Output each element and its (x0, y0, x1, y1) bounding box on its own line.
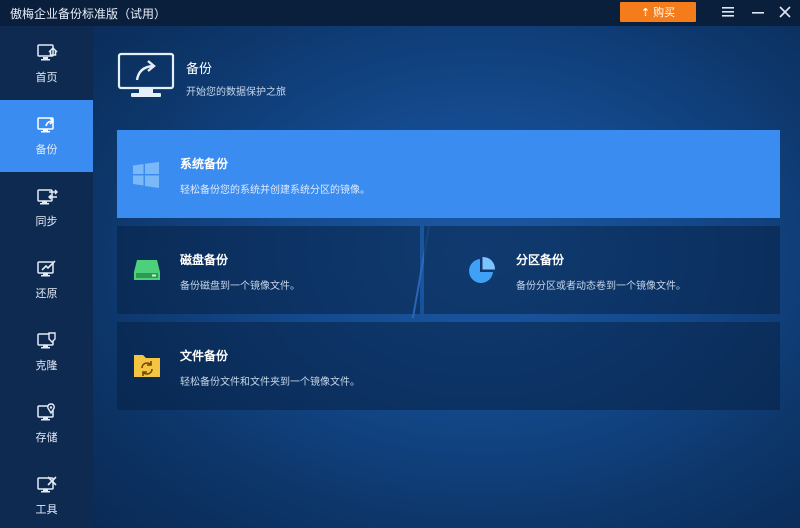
file-backup-card[interactable]: 文件备份 轻松备份文件和文件夹到一个镜像文件。 (117, 322, 780, 410)
sidebar-item-label: 存储 (35, 431, 58, 444)
card-title: 分区备份 (516, 253, 565, 267)
upload-arrow-icon: ⇡ (640, 5, 651, 19)
menu-icon[interactable] (719, 3, 737, 21)
app-title: 傲梅企业备份标准版（试用） (10, 7, 167, 21)
pie-chart-icon (469, 256, 496, 283)
card-title: 系统备份 (180, 157, 229, 171)
disk-backup-card[interactable]: 磁盘备份 备份磁盘到一个镜像文件。 (117, 226, 420, 314)
system-backup-card[interactable]: 系统备份 轻松备份您的系统并创建系统分区的镜像。 (117, 130, 780, 218)
tools-monitor-icon (36, 476, 57, 493)
sidebar-item-clone[interactable]: 克隆 (0, 316, 93, 388)
disk-icon (134, 260, 160, 280)
sidebar: 首页 备份 同步 还原 克隆 存储 工具 (0, 26, 93, 528)
main-panel: 备份 开始您的数据保护之旅 系统备份 轻松备份您的系统并创建系统分区的镜像。 磁… (93, 26, 800, 528)
sidebar-item-label: 克隆 (35, 359, 58, 372)
restore-monitor-icon (36, 260, 56, 277)
sidebar-item-home[interactable]: 首页 (0, 28, 93, 100)
sidebar-item-storage[interactable]: 存储 (0, 388, 93, 460)
buy-button-label: 购买 (653, 6, 676, 19)
sidebar-item-backup[interactable]: 备份 (0, 100, 93, 172)
sidebar-item-label: 工具 (35, 503, 58, 516)
partition-backup-card[interactable]: 分区备份 备份分区或者动态卷到一个镜像文件。 (424, 226, 780, 314)
sidebar-item-sync[interactable]: 同步 (0, 172, 93, 244)
backup-monitor-icon (36, 117, 54, 133)
card-description: 轻松备份文件和文件夹到一个镜像文件。 (180, 377, 360, 388)
buy-button[interactable]: ⇡ 购买 (620, 2, 696, 22)
close-icon[interactable] (776, 3, 794, 21)
sync-monitor-icon (36, 189, 58, 205)
card-title: 文件备份 (180, 349, 229, 363)
card-title: 磁盘备份 (180, 253, 229, 267)
card-description: 轻松备份您的系统并创建系统分区的镜像。 (180, 185, 370, 196)
sidebar-item-label: 同步 (35, 215, 58, 228)
backup-monitor-icon (117, 52, 175, 97)
folder-icon (134, 355, 160, 377)
sidebar-item-label: 备份 (35, 143, 58, 156)
storage-monitor-icon (36, 403, 55, 421)
clone-monitor-icon (36, 332, 56, 349)
card-description: 备份分区或者动态卷到一个镜像文件。 (516, 281, 686, 292)
minimize-icon[interactable] (749, 3, 767, 21)
sidebar-item-label: 首页 (35, 71, 58, 84)
sidebar-item-tools[interactable]: 工具 (0, 460, 93, 528)
page-title: 备份 (186, 62, 213, 77)
windows-icon (133, 162, 159, 188)
sidebar-item-restore[interactable]: 还原 (0, 244, 93, 316)
title-bar: 傲梅企业备份标准版（试用） ⇡ 购买 (0, 0, 800, 26)
home-monitor-icon (36, 44, 58, 61)
card-description: 备份磁盘到一个镜像文件。 (180, 281, 300, 292)
page-subtitle: 开始您的数据保护之旅 (186, 87, 286, 98)
sidebar-item-label: 还原 (35, 287, 58, 300)
